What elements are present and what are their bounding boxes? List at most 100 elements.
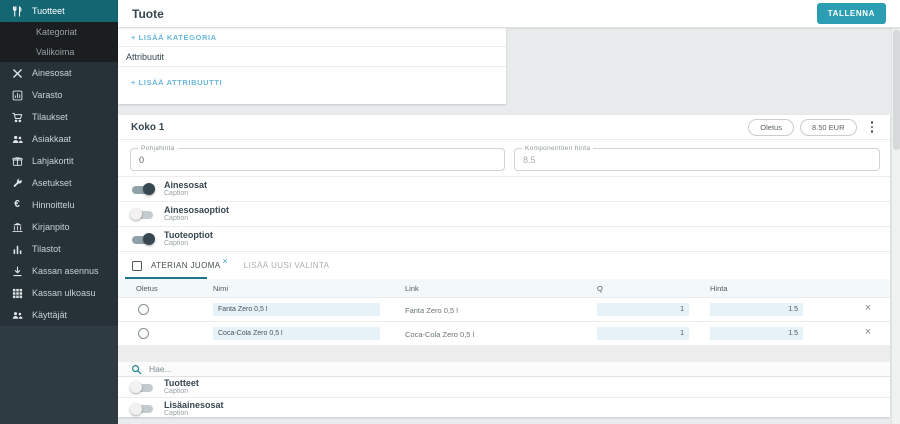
toggle-label: Tuoteoptiot (164, 230, 213, 240)
add-attribute-row: + LISÄÄ ATTRIBUUTTI (118, 71, 506, 93)
toggle-text: Ainesosaoptiot Caption (164, 205, 229, 223)
page-header: Tuote TALLENNA (118, 0, 900, 28)
sidebar-item-asetukset[interactable]: Asetukset (0, 172, 118, 194)
search-icon (131, 364, 142, 375)
sidebar-item-tilastot[interactable]: Tilastot (0, 238, 118, 260)
toggle-label: Ainesosaoptiot (164, 205, 229, 215)
sidebar-item-label: Tilaukset (32, 112, 68, 122)
component-price-input[interactable] (515, 149, 879, 170)
header-link: Link (405, 284, 419, 293)
add-attribute-link[interactable]: + LISÄÄ ATTRIBUUTTI (131, 78, 222, 87)
crossed-utensils-icon (11, 67, 23, 79)
component-price-field: Komponenttien hinta (514, 148, 880, 171)
sidebar-item-kassan-ulkoasu[interactable]: Kassan ulkoasu (0, 282, 118, 304)
sidebar-item-kassan-asennus[interactable]: Kassan asennus (0, 260, 118, 282)
toggle-caption: Caption (164, 388, 199, 396)
sidebar-item-asiakkaat[interactable]: Asiakkaat (0, 128, 118, 150)
scrollbar[interactable] (891, 0, 900, 424)
link-value: Fanta Zero 0,5 l (405, 306, 458, 315)
sidebar-filler (0, 326, 118, 424)
sidebar-item-label: Asetukset (32, 178, 72, 188)
sidebar-item-label: Tuotteet (32, 6, 65, 16)
app-window: Tuotteet Kategoriat Valikoima Ainesosat (0, 0, 900, 424)
table-row: Coca-Cola Zero 0,5 l × (118, 321, 890, 345)
tuotteet-toggle[interactable] (130, 381, 155, 394)
sidebar-item-valikoima[interactable]: Valikoima (0, 42, 118, 62)
sidebar-item-label: Hinnoittelu (32, 200, 75, 210)
options-table-header: Oletus Nimi Link Q Hinta (118, 279, 890, 297)
name-input[interactable] (213, 327, 380, 340)
toggle-row-ainesosat: Ainesosat Caption (118, 177, 890, 202)
toggle-row-ainesosaoptiot: Ainesosaoptiot Caption (118, 202, 890, 227)
kebab-menu-icon[interactable] (867, 119, 878, 135)
price-input[interactable] (710, 303, 803, 316)
remove-row-icon[interactable]: × (859, 326, 877, 338)
price-inputs-row: Pohjahinta Komponenttien hinta (118, 140, 890, 177)
sidebar-item-kategoriat[interactable]: Kategoriat (0, 22, 118, 42)
toggle-caption: Caption (164, 215, 229, 223)
euro-icon: € (11, 199, 23, 211)
grid-icon (11, 287, 23, 299)
sidebar-item-ainesosat[interactable]: Ainesosat (0, 62, 118, 84)
quantity-input[interactable] (597, 327, 689, 340)
sidebar-item-tuotteet[interactable]: Tuotteet (0, 0, 118, 22)
search-row (118, 362, 890, 377)
toggle-caption: Caption (164, 190, 207, 198)
bar-chart-icon (11, 243, 23, 255)
attributes-card: + LISÄÄ KATEGORIA Attribuutit + LISÄÄ AT… (118, 28, 506, 104)
component-price-label: Komponenttien hinta (522, 145, 593, 152)
sidebar-item-hinnoittelu[interactable]: € Hinnoittelu (0, 194, 118, 216)
tab-checkbox[interactable] (132, 261, 142, 271)
lisaainesosat-toggle[interactable] (130, 402, 155, 415)
ainesosaoptiot-toggle[interactable] (130, 208, 155, 221)
toggle-caption: Caption (164, 240, 213, 248)
base-price-label: Pohjahinta (138, 145, 178, 152)
tuoteoptiot-toggle[interactable] (130, 233, 155, 246)
add-tab-button[interactable]: LISÄÄ UUSI VALINTA (244, 261, 330, 270)
tab-aterian-juoma[interactable]: ATERIAN JUOMA (151, 261, 221, 270)
bank-icon (11, 221, 23, 233)
toggle-caption: Caption (164, 410, 224, 418)
sidebar-item-tilaukset[interactable]: Tilaukset (0, 106, 118, 128)
sidebar-item-kirjanpito[interactable]: Kirjanpito (0, 216, 118, 238)
toggle-row-tuotteet: Tuotteet Caption (118, 377, 890, 398)
quantity-input[interactable] (597, 303, 689, 316)
toggle-label: Lisäainesosat (164, 400, 224, 410)
save-button[interactable]: TALLENNA (817, 3, 886, 24)
sidebar-item-varasto[interactable]: Varasto (0, 84, 118, 106)
remove-row-icon[interactable]: × (859, 302, 877, 314)
sidebar-item-label: Asiakkaat (32, 134, 71, 144)
base-price-input[interactable] (131, 149, 504, 170)
sidebar-item-lahjakortit[interactable]: Lahjakortit (0, 150, 118, 172)
sidebar: Tuotteet Kategoriat Valikoima Ainesosat (0, 0, 118, 424)
add-category-row: + LISÄÄ KATEGORIA (118, 28, 506, 47)
sidebar-item-label: Tilastot (32, 244, 61, 254)
toggle-row-tuoteoptiot: Tuoteoptiot Caption (118, 227, 890, 252)
gift-icon (11, 155, 23, 167)
sidebar-item-label: Kirjanpito (32, 222, 70, 232)
sidebar-item-label: Valikoima (36, 47, 74, 57)
toggle-text: Ainesosat Caption (164, 180, 207, 198)
page-title: Tuote (132, 7, 164, 21)
price-input[interactable] (710, 327, 803, 340)
default-pill-button[interactable]: Oletus (748, 119, 794, 136)
sidebar-item-label: Lahjakortit (32, 156, 74, 166)
toggle-row-lisaainesosat: Lisäainesosat Caption (118, 398, 890, 419)
default-radio[interactable] (138, 304, 149, 315)
ainesosat-toggle[interactable] (130, 183, 155, 196)
scrollbar-thumb[interactable] (893, 30, 900, 150)
wrench-icon (11, 177, 23, 189)
toggle-label: Ainesosat (164, 180, 207, 190)
toggle-text: Tuoteoptiot Caption (164, 230, 213, 248)
attributes-label: Attribuutit (126, 52, 164, 62)
default-radio[interactable] (138, 328, 149, 339)
price-pill-button[interactable]: 8.50 EUR (800, 119, 857, 136)
size-card-header: Koko 1 Oletus 8.50 EUR (118, 115, 890, 140)
sidebar-item-kayttajat[interactable]: Käyttäjät (0, 304, 118, 326)
tab-close-icon[interactable]: × (223, 256, 228, 266)
table-row: Fanta Zero 0,5 l × (118, 297, 890, 321)
search-input[interactable] (149, 364, 369, 374)
sidebar-item-label: Ainesosat (32, 68, 72, 78)
add-category-link[interactable]: + LISÄÄ KATEGORIA (131, 33, 217, 42)
name-input[interactable] (213, 303, 380, 316)
